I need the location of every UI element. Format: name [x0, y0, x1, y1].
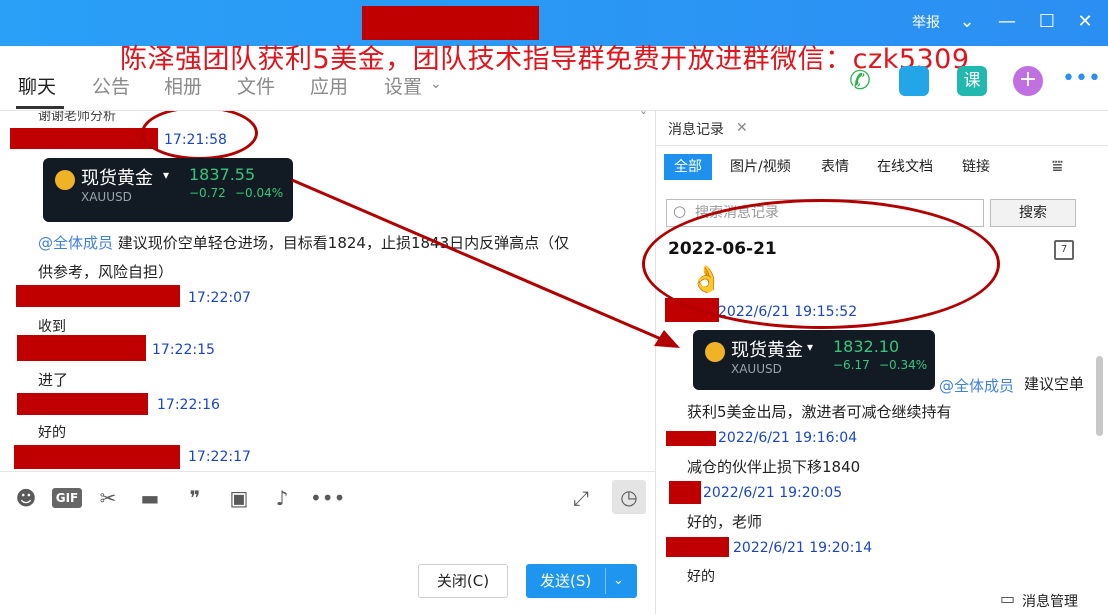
annotation-arrow [291, 178, 680, 348]
